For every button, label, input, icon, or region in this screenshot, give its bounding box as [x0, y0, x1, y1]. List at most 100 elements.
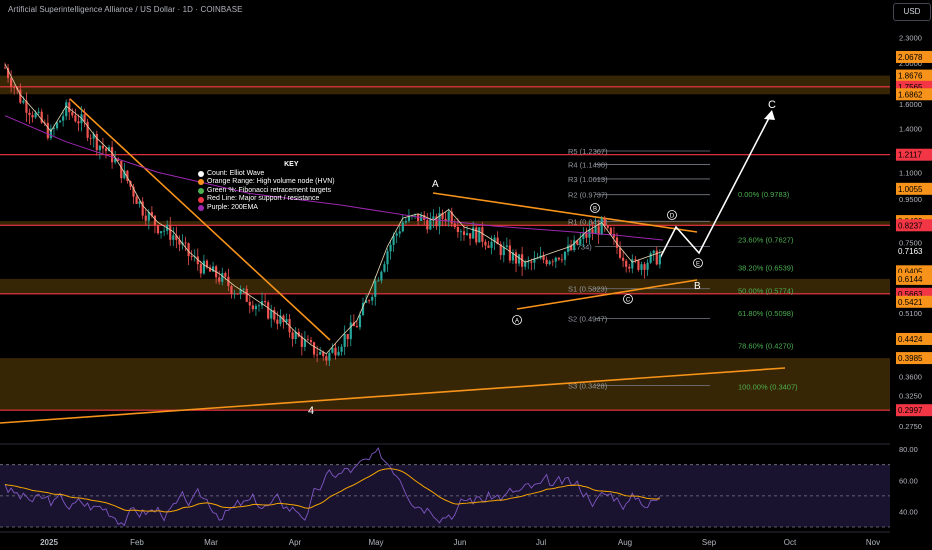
candle-body: [135, 196, 138, 204]
candle-body: [429, 219, 432, 230]
price-tick-label: 0.3250: [899, 391, 922, 400]
pivot-label: R2 (0.9737): [568, 191, 608, 200]
candle-body: [242, 288, 245, 290]
candle-body: [46, 122, 49, 139]
time-tick-label: Nov: [866, 538, 880, 547]
candle-body: [456, 227, 459, 233]
wave-label-A: A: [432, 179, 439, 190]
candle-body: [270, 310, 273, 319]
legend-dot-icon: [198, 205, 204, 212]
candle-body: [3, 67, 7, 69]
candle-body: [426, 220, 429, 230]
candle-body: [655, 250, 658, 265]
price-tag-label: 1.2117: [898, 151, 922, 160]
candle-body: [325, 356, 328, 361]
price-tag-label: 0.5421: [898, 298, 923, 307]
candle-body: [248, 301, 251, 306]
price-tick-label: 0.5100: [899, 309, 922, 318]
price-tick-label: 1.1000: [899, 168, 922, 177]
candle-body: [465, 233, 469, 235]
candle-body: [646, 262, 649, 270]
candle-body: [77, 121, 80, 124]
candle-body: [554, 257, 557, 262]
candle-body: [380, 271, 383, 281]
candle-body: [267, 302, 270, 319]
time-tick-label: May: [368, 538, 383, 547]
candle-body: [257, 305, 261, 307]
candle-body: [487, 245, 490, 248]
candle-body: [52, 128, 56, 129]
pivot-label: S1 (0.5823): [568, 285, 608, 294]
hvn-zone: [0, 221, 890, 226]
candle-body: [551, 261, 554, 263]
price-tag-label: 0.8237: [898, 221, 923, 230]
candle-body: [236, 293, 239, 295]
candle-body: [86, 121, 89, 138]
candle-body: [89, 137, 92, 139]
candle-body: [368, 300, 371, 302]
candle-body: [68, 102, 71, 113]
candle-body: [71, 112, 74, 116]
candle-body: [291, 332, 294, 340]
time-tick-label: Jun: [454, 538, 467, 547]
candle-body: [58, 120, 62, 123]
candle-body: [264, 301, 267, 303]
time-tick-label: Oct: [784, 538, 797, 547]
chart-canvas[interactable]: R5 (1.2367) R4 (1.1490) R3 (1.0613) R2 (0.9…: [0, 0, 932, 550]
candle-body: [233, 293, 236, 295]
price-tick-label: 1.6000: [899, 100, 922, 109]
rsi-tick-label: 60.00: [899, 476, 918, 485]
candle-body: [230, 285, 233, 294]
legend-item: Purple: 200EMA: [198, 204, 335, 213]
candle-body: [386, 251, 389, 265]
candle-body: [120, 160, 123, 179]
wave-label-C: C: [768, 99, 776, 111]
time-tick-label: 2025: [40, 538, 58, 547]
price-tag-label: 0.4424: [898, 335, 923, 344]
candle-body: [579, 238, 582, 245]
candle-body: [475, 227, 478, 243]
candle-body: [560, 259, 564, 261]
legend-item: Green %: Fibonacci retracement targets: [198, 187, 335, 196]
wave-circle-label: B: [593, 207, 597, 213]
candle-body: [600, 218, 603, 235]
time-tick-label: Aug: [618, 538, 632, 547]
candle-body: [163, 230, 166, 232]
candle-body: [62, 116, 65, 121]
candle-body: [13, 86, 16, 88]
candle-body: [530, 261, 533, 263]
price-tag-label: 1.0055: [898, 185, 923, 194]
candle-body: [37, 111, 40, 113]
candle-body: [31, 115, 34, 118]
candle-body: [573, 240, 576, 250]
candle-body: [478, 227, 481, 243]
currency-button[interactable]: USD: [893, 3, 931, 21]
candle-body: [462, 231, 466, 235]
candle-body: [101, 145, 105, 149]
candle-body: [514, 252, 518, 264]
wave-label-4: 4: [308, 405, 314, 417]
candle-body: [358, 314, 362, 328]
wave-circle-label: C: [626, 298, 631, 304]
candle-body: [637, 260, 640, 270]
time-tick-label: Feb: [130, 538, 144, 547]
candle-body: [606, 225, 609, 228]
candle-body: [603, 218, 606, 226]
pivot-label: S2 (0.4947): [568, 315, 608, 324]
candle-body: [371, 296, 374, 301]
price-tag-label: 2.0678: [898, 53, 923, 62]
legend-key: KEY Count: Elliot Wave Orange Range: Hig…: [198, 161, 335, 213]
candle-body: [343, 333, 346, 347]
candle-body: [618, 247, 622, 258]
candle-body: [447, 211, 450, 221]
time-tick-label: Sep: [702, 538, 717, 547]
candle-body: [432, 216, 435, 220]
candle-body: [65, 102, 68, 117]
candle-body: [172, 235, 175, 240]
price-tick-label: 0.2750: [899, 422, 922, 431]
candle-body: [628, 266, 631, 269]
candle-body: [591, 229, 594, 234]
candle-body: [585, 233, 588, 238]
legend-dot-icon: [198, 170, 204, 177]
candle-body: [334, 347, 337, 356]
